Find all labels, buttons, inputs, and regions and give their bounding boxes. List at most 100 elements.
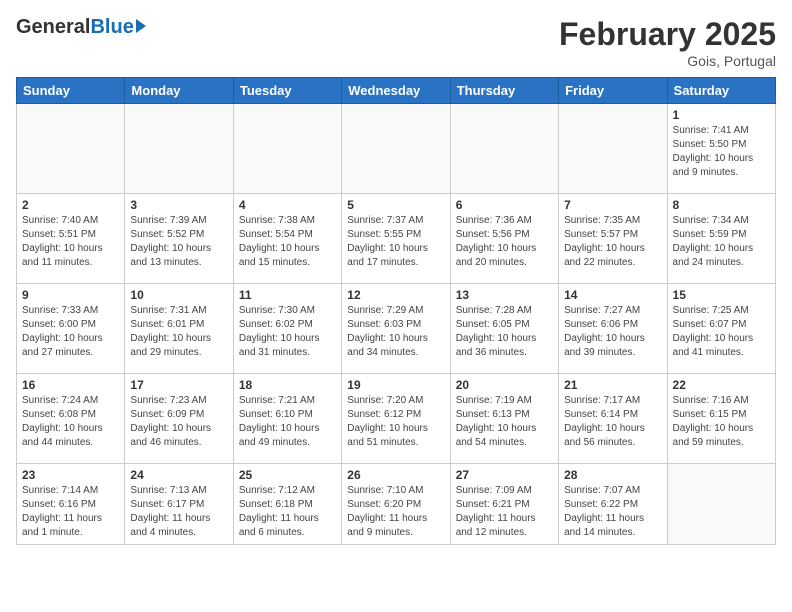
day-number: 20 [456,378,553,392]
day-number: 25 [239,468,336,482]
day-info: Sunrise: 7:27 AM Sunset: 6:06 PM Dayligh… [564,304,661,360]
day-number: 22 [673,378,770,392]
calendar-cell: 11 Sunrise: 7:30 AM Sunset: 6:02 PM Dayli… [233,284,341,374]
day-info: Sunrise: 7:25 AM Sunset: 6:07 PM Dayligh… [673,304,770,360]
day-info: Sunrise: 7:41 AM Sunset: 5:50 PM Dayligh… [673,124,770,180]
calendar-cell: 7 Sunrise: 7:35 AM Sunset: 5:57 PM Daylig… [559,194,667,284]
day-number: 4 [239,198,336,212]
day-info: Sunrise: 7:13 AM Sunset: 6:17 PM Dayligh… [130,484,227,540]
day-info: Sunrise: 7:34 AM Sunset: 5:59 PM Dayligh… [673,214,770,270]
calendar-cell [450,104,558,194]
calendar-cell: 16 Sunrise: 7:24 AM Sunset: 6:08 PM Dayli… [17,374,125,464]
day-info: Sunrise: 7:36 AM Sunset: 5:56 PM Dayligh… [456,214,553,270]
calendar-cell: 8 Sunrise: 7:34 AM Sunset: 5:59 PM Daylig… [667,194,775,284]
day-number: 10 [130,288,227,302]
calendar-cell: 19 Sunrise: 7:20 AM Sunset: 6:12 PM Dayli… [342,374,450,464]
month-title: February 2025 [559,16,776,53]
logo: General Blue [16,16,146,39]
page-header: General Blue February 2025 Gois, Portuga… [16,16,776,69]
day-number: 1 [673,108,770,122]
day-number: 23 [22,468,119,482]
day-number: 6 [456,198,553,212]
day-info: Sunrise: 7:31 AM Sunset: 6:01 PM Dayligh… [130,304,227,360]
location-subtitle: Gois, Portugal [559,53,776,69]
day-number: 11 [239,288,336,302]
calendar-cell: 24 Sunrise: 7:13 AM Sunset: 6:17 PM Dayli… [125,464,233,545]
day-number: 9 [22,288,119,302]
day-header-sunday: Sunday [17,78,125,104]
day-number: 7 [564,198,661,212]
day-info: Sunrise: 7:21 AM Sunset: 6:10 PM Dayligh… [239,394,336,450]
calendar-cell: 21 Sunrise: 7:17 AM Sunset: 6:14 PM Dayli… [559,374,667,464]
day-header-friday: Friday [559,78,667,104]
day-info: Sunrise: 7:28 AM Sunset: 6:05 PM Dayligh… [456,304,553,360]
day-info: Sunrise: 7:23 AM Sunset: 6:09 PM Dayligh… [130,394,227,450]
calendar-header-row: SundayMondayTuesdayWednesdayThursdayFrid… [17,78,776,104]
calendar-cell [342,104,450,194]
calendar-week-row: 1 Sunrise: 7:41 AM Sunset: 5:50 PM Daylig… [17,104,776,194]
day-number: 17 [130,378,227,392]
day-info: Sunrise: 7:40 AM Sunset: 5:51 PM Dayligh… [22,214,119,270]
calendar-cell: 6 Sunrise: 7:36 AM Sunset: 5:56 PM Daylig… [450,194,558,284]
calendar-week-row: 16 Sunrise: 7:24 AM Sunset: 6:08 PM Dayli… [17,374,776,464]
calendar-cell: 27 Sunrise: 7:09 AM Sunset: 6:21 PM Dayli… [450,464,558,545]
calendar-table: SundayMondayTuesdayWednesdayThursdayFrid… [16,77,776,545]
day-info: Sunrise: 7:07 AM Sunset: 6:22 PM Dayligh… [564,484,661,540]
day-number: 26 [347,468,444,482]
calendar-week-row: 9 Sunrise: 7:33 AM Sunset: 6:00 PM Daylig… [17,284,776,374]
calendar-cell: 4 Sunrise: 7:38 AM Sunset: 5:54 PM Daylig… [233,194,341,284]
title-block: February 2025 Gois, Portugal [559,16,776,69]
day-info: Sunrise: 7:33 AM Sunset: 6:00 PM Dayligh… [22,304,119,360]
calendar-cell: 3Sunrise: 7:39 AM Sunset: 5:52 PM Daylig… [125,194,233,284]
calendar-cell: 12 Sunrise: 7:29 AM Sunset: 6:03 PM Dayli… [342,284,450,374]
day-info: Sunrise: 7:30 AM Sunset: 6:02 PM Dayligh… [239,304,336,360]
day-info: Sunrise: 7:16 AM Sunset: 6:15 PM Dayligh… [673,394,770,450]
day-number: 12 [347,288,444,302]
calendar-cell: 20 Sunrise: 7:19 AM Sunset: 6:13 PM Dayli… [450,374,558,464]
day-number: 3 [130,198,227,212]
calendar-cell: 2 Sunrise: 7:40 AM Sunset: 5:51 PM Daylig… [17,194,125,284]
day-number: 5 [347,198,444,212]
calendar-cell: 14 Sunrise: 7:27 AM Sunset: 6:06 PM Dayli… [559,284,667,374]
day-info: Sunrise: 7:35 AM Sunset: 5:57 PM Dayligh… [564,214,661,270]
calendar-cell [17,104,125,194]
day-info: Sunrise: 7:14 AM Sunset: 6:16 PM Dayligh… [22,484,119,540]
day-info: Sunrise: 7:24 AM Sunset: 6:08 PM Dayligh… [22,394,119,450]
calendar-cell: 5 Sunrise: 7:37 AM Sunset: 5:55 PM Daylig… [342,194,450,284]
calendar-cell: 22 Sunrise: 7:16 AM Sunset: 6:15 PM Dayli… [667,374,775,464]
day-header-tuesday: Tuesday [233,78,341,104]
logo-blue-text: Blue [90,16,133,39]
logo-general-text: General [16,16,90,39]
calendar-cell [233,104,341,194]
day-number: 13 [456,288,553,302]
day-header-wednesday: Wednesday [342,78,450,104]
day-info: Sunrise: 7:19 AM Sunset: 6:13 PM Dayligh… [456,394,553,450]
calendar-cell: 15 Sunrise: 7:25 AM Sunset: 6:07 PM Dayli… [667,284,775,374]
day-number: 14 [564,288,661,302]
day-info: Sunrise: 7:17 AM Sunset: 6:14 PM Dayligh… [564,394,661,450]
day-info: Sunrise: 7:09 AM Sunset: 6:21 PM Dayligh… [456,484,553,540]
day-number: 28 [564,468,661,482]
day-info: Sunrise: 7:20 AM Sunset: 6:12 PM Dayligh… [347,394,444,450]
day-info: Sunrise: 7:10 AM Sunset: 6:20 PM Dayligh… [347,484,444,540]
calendar-cell: 25 Sunrise: 7:12 AM Sunset: 6:18 PM Dayli… [233,464,341,545]
day-number: 16 [22,378,119,392]
day-info: Sunrise: 7:38 AM Sunset: 5:54 PM Dayligh… [239,214,336,270]
calendar-cell [667,464,775,545]
calendar-week-row: 23 Sunrise: 7:14 AM Sunset: 6:16 PM Dayli… [17,464,776,545]
day-info: Sunrise: 7:12 AM Sunset: 6:18 PM Dayligh… [239,484,336,540]
day-number: 19 [347,378,444,392]
day-info: Sunrise: 7:29 AM Sunset: 6:03 PM Dayligh… [347,304,444,360]
day-number: 2 [22,198,119,212]
day-number: 24 [130,468,227,482]
day-number: 21 [564,378,661,392]
day-number: 27 [456,468,553,482]
logo-arrow-icon [136,19,146,33]
calendar-cell: 23 Sunrise: 7:14 AM Sunset: 6:16 PM Dayli… [17,464,125,545]
day-header-monday: Monday [125,78,233,104]
day-header-saturday: Saturday [667,78,775,104]
day-number: 8 [673,198,770,212]
day-number: 15 [673,288,770,302]
calendar-cell [559,104,667,194]
day-info: Sunrise: 7:37 AM Sunset: 5:55 PM Dayligh… [347,214,444,270]
